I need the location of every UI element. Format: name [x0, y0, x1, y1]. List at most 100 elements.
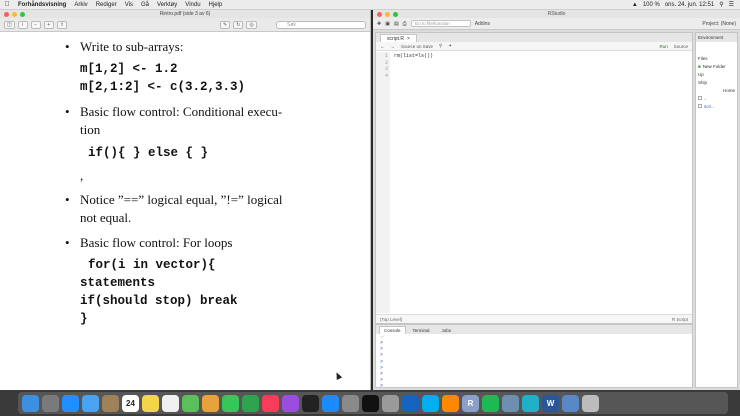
preview-title: Rintro.pdf (side 3 av 6): [159, 11, 211, 17]
menu-help[interactable]: Hjelp: [205, 2, 227, 8]
file-name: ..: [704, 95, 707, 101]
trash-icon[interactable]: [582, 394, 599, 412]
bullet-for-loops: Basic flow control: For loops: [65, 235, 232, 251]
tab-terminal[interactable]: Terminal: [408, 326, 435, 334]
search-icon[interactable]: ⚲: [719, 1, 723, 8]
reminders-icon[interactable]: [162, 394, 179, 412]
tab-console[interactable]: Console: [379, 326, 406, 334]
line-number-gutter: 1 2 3 4: [376, 52, 390, 313]
file-row-script[interactable]: scri...: [696, 102, 737, 110]
maps-icon[interactable]: [182, 394, 199, 412]
menu-edit[interactable]: Rediger: [92, 2, 121, 8]
menu-view[interactable]: Vis: [121, 2, 137, 8]
code-area[interactable]: rm(list=ls()): [394, 53, 433, 60]
code-line-7: }: [80, 312, 88, 326]
calendar-icon[interactable]: 24: [122, 394, 139, 412]
file-checkbox[interactable]: [698, 96, 702, 100]
code-line[interactable]: rm(list=ls()): [394, 53, 433, 60]
wifi-icon[interactable]: ▲: [632, 2, 638, 8]
markup-toolbar-icon[interactable]: ◎: [246, 20, 257, 29]
notes-icon[interactable]: [142, 394, 159, 412]
project-menu[interactable]: Project: (None): [702, 21, 736, 27]
source-button[interactable]: Source: [674, 44, 688, 49]
battery-label[interactable]: 100 %: [643, 2, 660, 8]
share-icon[interactable]: ⇧: [56, 20, 67, 29]
bullet-write-subarrays: Write to sub-arrays:: [65, 39, 184, 55]
tab-files[interactable]: Files: [696, 54, 737, 62]
messages-icon[interactable]: [222, 394, 239, 412]
menu-app-name[interactable]: Forhåndsvisning: [14, 2, 70, 8]
downloads-icon[interactable]: [562, 394, 579, 412]
rotate-icon[interactable]: ↻: [233, 20, 244, 29]
folder-icon: ■: [698, 63, 701, 69]
system-preferences-icon[interactable]: [342, 394, 359, 412]
addins-menu[interactable]: Addins: [475, 21, 490, 27]
preview-search-input[interactable]: Søk: [276, 20, 366, 29]
terminal-icon[interactable]: [362, 394, 379, 412]
bullet-logical-1: Notice ”==” logical equal, ”!=” logical: [65, 192, 283, 208]
photos-icon[interactable]: [202, 394, 219, 412]
run-button[interactable]: Run: [659, 44, 667, 49]
markup-pen-icon[interactable]: ✎: [219, 20, 231, 29]
back-icon[interactable]: ←: [380, 44, 385, 49]
skype-icon[interactable]: [422, 394, 439, 412]
outlook-icon[interactable]: [402, 394, 419, 412]
tab-jobs[interactable]: Jobs: [437, 326, 457, 334]
finder-icon[interactable]: [22, 394, 39, 412]
tv-icon[interactable]: [302, 394, 319, 412]
control-center-icon[interactable]: ☰: [729, 1, 734, 8]
apple-menu-icon[interactable]: : [0, 1, 14, 8]
close-tab-icon[interactable]: ×: [407, 36, 410, 42]
file-row-parent[interactable]: ..: [696, 94, 737, 102]
app-store-icon[interactable]: [322, 394, 339, 412]
wand-icon[interactable]: ✦: [448, 43, 452, 49]
zoom-out-icon[interactable]: −: [30, 20, 41, 29]
launchpad-icon[interactable]: [42, 394, 59, 412]
menu-tools[interactable]: Verktøy: [153, 2, 181, 8]
search-code-icon[interactable]: ⚲: [439, 43, 442, 49]
console-output[interactable]: > > > > > > > >: [376, 340, 692, 390]
zoom-in-icon[interactable]: +: [43, 20, 54, 29]
facetime-icon[interactable]: [242, 394, 259, 412]
code-line-4: for(i in vector){: [88, 258, 216, 272]
calendar-day: 24: [126, 398, 135, 408]
scope-indicator[interactable]: (Top Level): [380, 317, 402, 322]
editor-toolbar: ← → Source on Save ⚲ ✦ Run Source: [376, 42, 692, 51]
file-type-indicator[interactable]: R Script: [672, 317, 688, 322]
goto-file-input[interactable]: Go to file/function: [410, 20, 471, 27]
files-home-breadcrumb[interactable]: Home: [696, 86, 737, 94]
open-project-icon[interactable]: ▣: [385, 21, 390, 27]
sidebar-toggle-icon[interactable]: ◫: [4, 20, 15, 29]
files-ship-button[interactable]: Ship: [696, 78, 737, 86]
clock[interactable]: ons. 24. jun. 12:51: [665, 2, 714, 8]
mouse-pointer-icon: [333, 371, 343, 380]
webstorm-icon[interactable]: [522, 394, 539, 412]
files-up-button[interactable]: Up: [696, 70, 737, 78]
editor-tab-script[interactable]: script.R ×: [380, 34, 417, 42]
safari-icon[interactable]: [62, 394, 79, 412]
new-file-icon[interactable]: ✚: [377, 21, 381, 27]
source-on-save-checkbox[interactable]: Source on Save: [401, 44, 433, 49]
save-icon[interactable]: ▤: [394, 21, 399, 27]
music-icon[interactable]: [262, 394, 279, 412]
vlc-icon[interactable]: [442, 394, 459, 412]
menu-window[interactable]: Vindu: [181, 2, 204, 8]
podcasts-icon[interactable]: [282, 394, 299, 412]
forward-icon[interactable]: →: [391, 44, 396, 49]
preview-icon[interactable]: [502, 394, 519, 412]
word-icon[interactable]: W: [542, 394, 559, 412]
bullet-conditional-1: Basic flow control: Conditional execu-: [65, 104, 282, 120]
menu-go[interactable]: Gå: [137, 2, 153, 8]
contacts-icon[interactable]: [102, 394, 119, 412]
spotify-icon[interactable]: [482, 394, 499, 412]
info-icon[interactable]: i: [17, 20, 28, 29]
mail-icon[interactable]: [82, 394, 99, 412]
r-icon[interactable]: R: [462, 394, 479, 412]
new-folder-button[interactable]: ■ New Folder: [696, 62, 737, 70]
file-checkbox[interactable]: [698, 104, 702, 108]
script-editor-icon[interactable]: [382, 394, 399, 412]
print-icon[interactable]: ⎙: [403, 21, 407, 27]
rstudio-window: RStudio ✚ ▣ ▤ ⎙ Go to file/function Addi…: [373, 10, 740, 390]
tab-environment[interactable]: Environment: [696, 33, 737, 42]
menu-file[interactable]: Arkiv: [70, 2, 91, 8]
